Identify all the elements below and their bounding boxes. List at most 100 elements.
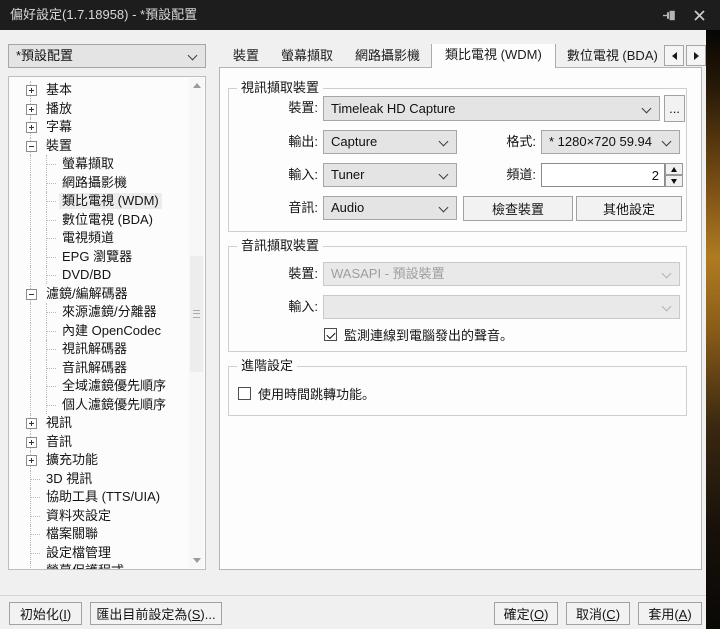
tree-item[interactable]: 裝置 [11,136,189,155]
tree-item[interactable]: 擴充功能 [11,451,189,469]
export-settings-button[interactable]: 匯出目前設定為(S)... [90,602,222,625]
tree-guide-line [30,303,31,321]
tree-item[interactable]: 播放 [11,99,189,118]
expand-icon[interactable] [26,436,37,448]
expand-icon[interactable] [26,103,37,115]
chevron-down-icon [187,50,198,61]
tree-item[interactable]: DVD/BD [11,266,189,284]
monitor-sound-checkbox[interactable] [324,328,337,341]
tree-item[interactable]: 全域濾鏡優先順序 [11,377,189,395]
output-select[interactable]: Capture [323,130,457,154]
tree-scrollbar[interactable] [189,78,204,568]
tree-item[interactable]: 檔案關聯 [11,525,189,543]
tree-guide-stub [47,164,56,165]
channel-input[interactable] [541,163,665,187]
tree-item[interactable]: 來源濾鏡/分離器 [11,303,189,321]
channel-label: 頻道: [506,167,536,182]
expand-icon[interactable] [26,455,37,466]
tree-item[interactable]: EPG 瀏覽器 [11,247,189,266]
tree-item-label: 螢幕擷取 [62,156,115,171]
tab-scroll-right-button[interactable] [686,45,706,66]
collapse-icon[interactable] [26,288,37,300]
video-device-value: Timeleak HD Capture [331,101,456,116]
tree-item[interactable]: 字幕 [11,118,189,136]
time-jump-checkbox[interactable] [238,387,251,400]
triangle-up-icon [192,83,201,88]
time-jump-label: 使用時間跳轉功能。 [258,387,376,402]
format-value: * 1280×720 59.94 [549,134,653,149]
tree-item-label: EPG 瀏覽器 [62,248,133,264]
triangle-down-icon [192,558,201,563]
tree-item-label: 類比電視 (WDM) [59,193,162,209]
tree-item[interactable]: 數位電視 (BDA) [11,210,189,229]
audio-device-label: 裝置: [288,266,318,281]
tree-guide-line [30,210,31,229]
ok-button[interactable]: 確定(O) [494,602,558,625]
tree-item[interactable]: 協助工具 (TTS/UIA) [11,488,189,506]
tree-item[interactable]: 基本 [11,81,189,99]
pin-button[interactable] [660,6,678,24]
audio-device-select: WASAPI - 預設裝置 [323,262,680,286]
profile-select[interactable]: *預設配置 [8,44,206,68]
tab-螢幕擷取[interactable]: 螢幕擷取 [270,44,344,68]
other-settings-button[interactable]: 其他設定 [576,196,682,221]
tree-item[interactable]: 內建 OpenCodec [11,321,189,340]
tree-item[interactable]: 濾鏡/編解碼器 [11,284,189,303]
tree-item[interactable]: 3D 視訊 [11,469,189,488]
tree-guide-line [30,155,31,173]
tree-item[interactable]: 視訊解碼器 [11,340,189,358]
tree-item[interactable]: 類比電視 (WDM) [11,192,189,210]
tree-item[interactable]: 網路攝影機 [11,173,189,192]
tree-item[interactable]: 音訊 [11,432,189,451]
close-button[interactable] [690,6,708,24]
tree-item[interactable]: 設定檔管理 [11,543,189,562]
title-bar: 偏好設定(1.7.18958) - *預設配置 [0,0,720,30]
advanced-group-title: 進階設定 [237,358,298,374]
scrollbar-thumb[interactable] [190,256,203,372]
chevron-down-icon [438,202,449,213]
input-select[interactable]: Tuner [323,163,457,187]
expand-icon[interactable] [26,85,37,96]
tree-guide-stub [31,497,40,498]
scroll-up-button[interactable] [189,78,204,93]
tree-item[interactable]: 螢幕擷取 [11,155,189,173]
tab-裝置[interactable]: 裝置 [222,44,270,68]
tree-item-label: 資料夾設定 [46,507,112,523]
channel-up-button[interactable] [665,163,683,175]
tree-item[interactable]: 視訊 [11,414,189,432]
tree-item[interactable]: 音訊解碼器 [11,358,189,377]
tab-類比電視 (WDM)[interactable]: 類比電視 (WDM) [431,44,556,68]
tree-item[interactable]: 個人濾鏡優先順序 [11,395,189,414]
collapse-icon[interactable] [26,140,37,152]
apply-button[interactable]: 套用(A) [638,602,702,625]
tab-strip: 裝置螢幕擷取網路攝影機類比電視 (WDM)數位電視 (BDA)電視頻道 [222,44,666,68]
triangle-up-icon [671,166,677,172]
tab-網路攝影機[interactable]: 網路攝影機 [344,44,431,68]
channel-down-button[interactable] [665,175,683,187]
audio-select[interactable]: Audio [323,196,457,220]
format-select[interactable]: * 1280×720 59.94 [541,130,680,154]
tree-item[interactable]: 電視頻道 [11,229,189,247]
expand-icon[interactable] [26,418,37,429]
audio-input-select [323,295,680,319]
tree-item-label: 網路攝影機 [62,174,128,190]
tree-guide-stub [31,534,40,535]
scroll-down-button[interactable] [189,553,204,568]
tree-item[interactable]: 螢幕保護程式 [11,562,189,569]
chevron-down-icon [641,103,652,114]
video-device-select[interactable]: Timeleak HD Capture [323,96,660,121]
init-button[interactable]: 初始化(I) [9,602,82,625]
tab-數位電視 (BDA)[interactable]: 數位電視 (BDA) [556,44,666,68]
tree-guide-line [30,192,31,210]
tree-guide-line [30,377,31,395]
triangle-down-icon [671,178,677,184]
scrollbar-grip-icon [193,310,200,318]
chevron-down-icon [661,136,672,147]
cancel-button[interactable]: 取消(C) [566,602,630,625]
tree-item[interactable]: 資料夾設定 [11,506,189,525]
tree-guide-stub [47,182,56,184]
check-device-button[interactable]: 檢查裝置 [463,196,573,221]
expand-icon[interactable] [26,122,37,133]
browse-device-button[interactable]: ... [664,95,685,122]
tab-scroll-left-button[interactable] [664,45,684,66]
